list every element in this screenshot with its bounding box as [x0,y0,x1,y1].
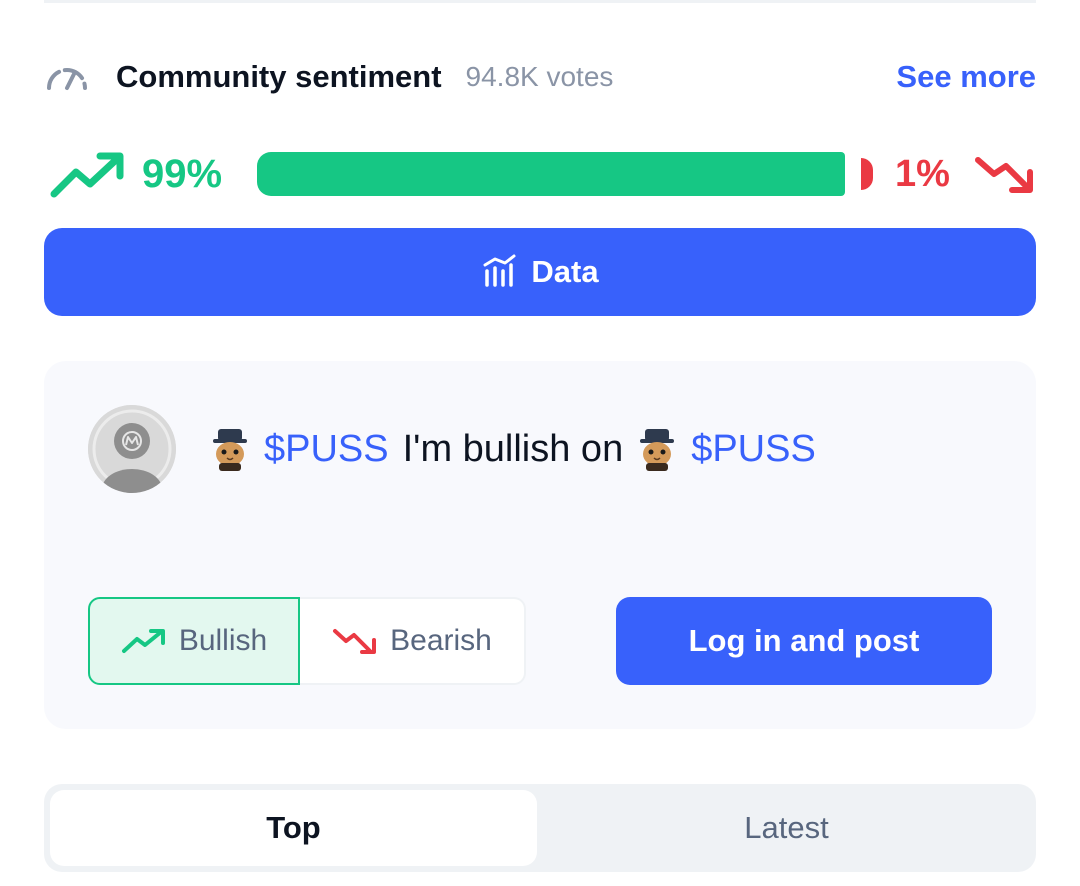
avatar [88,405,176,493]
post-body-text: I'm bullish on [402,427,624,470]
login-and-post-button[interactable]: Log in and post [616,597,992,685]
bullish-percentage: 99% [142,151,223,196]
trend-up-icon [48,146,128,202]
ticker-tag[interactable]: $PUSS [264,428,389,471]
trend-down-icon [333,629,377,654]
ticker-tag[interactable]: $PUSS [691,428,816,471]
vote-count: 94.8K votes [465,61,614,92]
bearish-percentage: 1% [894,152,950,195]
bullish-label: Bullish [178,624,268,657]
tab-latest[interactable]: Latest [543,790,1030,866]
bearish-bar-fill [860,158,873,190]
bullish-toggle-button[interactable]: Bullish [88,597,300,685]
trend-down-icon [974,152,1036,196]
trend-up-icon [121,629,165,653]
sentiment-bar-row: 99% 1% [44,142,1036,206]
sentiment-header: Community sentiment 94.8K votes See more [44,52,1036,102]
gauge-icon [44,59,90,95]
bearish-label: Bearish [390,624,492,657]
cat-emoji-icon [637,427,677,471]
top-divider [44,0,1036,3]
sentiment-title: Community sentiment [116,59,442,94]
post-text[interactable]: $PUSS I'm bullish on $PUSS [210,427,816,471]
sentiment-toggle: Bullish Bearish [88,597,526,685]
data-button-label: Data [531,254,599,289]
feed-tabs: Top Latest [44,784,1036,872]
bullish-bar-fill [256,152,845,196]
data-button[interactable]: Data [44,228,1036,316]
post-composer-card: $PUSS I'm bullish on $PUSS Bullish Beari… [44,361,1036,729]
bar-chart-icon [481,253,517,292]
see-more-link[interactable]: See more [896,59,1036,95]
bearish-toggle-button[interactable]: Bearish [300,597,526,685]
cat-emoji-icon [210,427,250,471]
tab-top[interactable]: Top [50,790,537,866]
sentiment-bar [256,152,873,196]
